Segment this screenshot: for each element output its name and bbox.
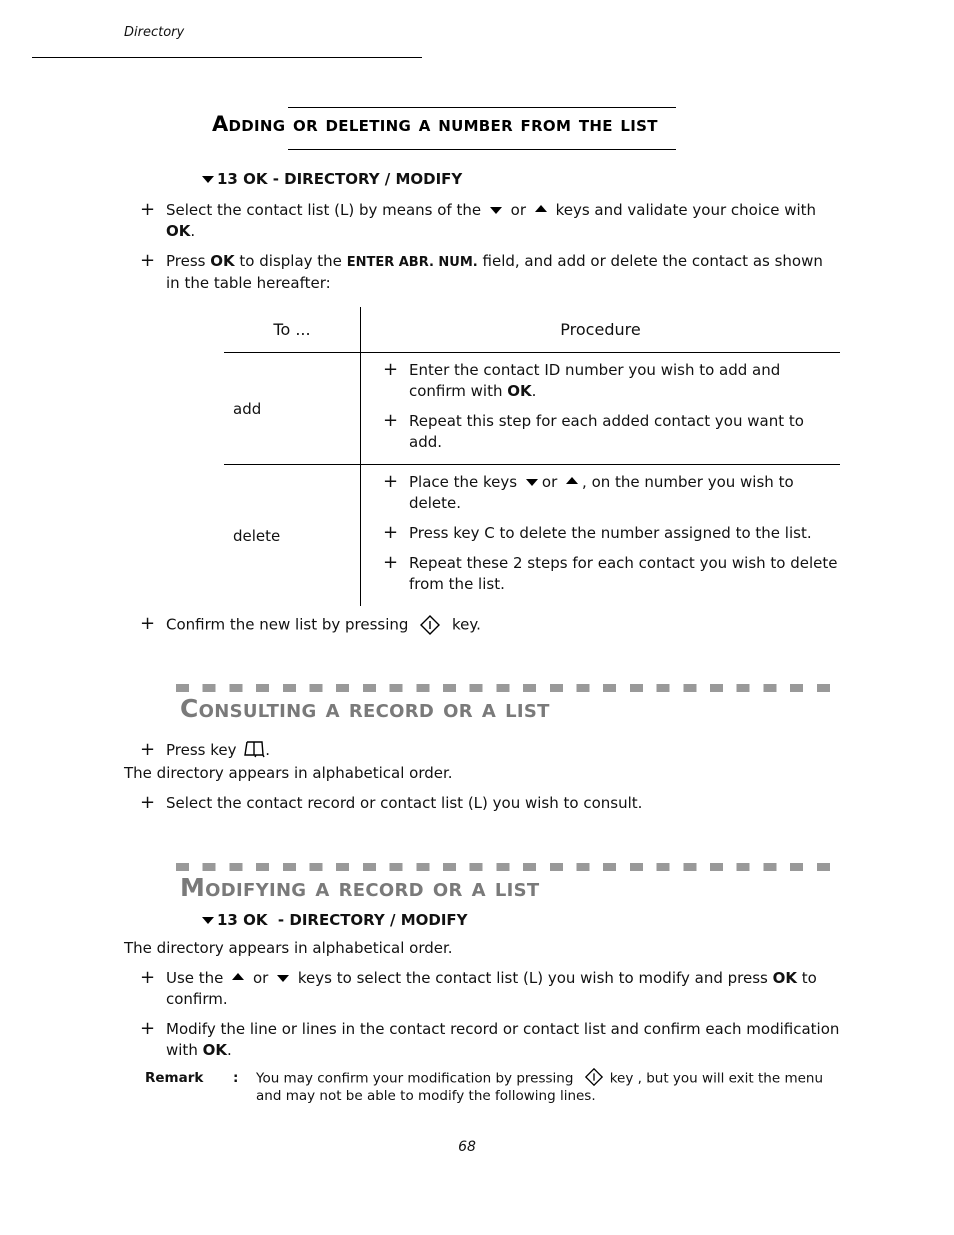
procedure-item: + Repeat these 2 steps for each contact … bbox=[383, 552, 838, 593]
procedure-table: To ... Procedure add + Enter the contact… bbox=[224, 307, 840, 606]
plus-bullet-icon: + bbox=[140, 792, 156, 813]
procedure-cell: + Place the keys or , on the number you … bbox=[361, 465, 841, 607]
section-title-adding-deleting: Adding or deleting a number from the lis… bbox=[212, 112, 658, 136]
section-divider bbox=[176, 863, 832, 871]
action-cell: add bbox=[224, 352, 361, 465]
plus-bullet-icon: + bbox=[140, 739, 156, 760]
procedure-item: + Place the keys or , on the number you … bbox=[383, 471, 794, 512]
plus-bullet-icon: + bbox=[383, 552, 399, 573]
up-arrow-key-icon bbox=[232, 973, 245, 980]
step-press-ok: + Press OK to display the ENTER ABR. NUM… bbox=[140, 250, 823, 292]
section-title-consulting: Consulting a record or a list bbox=[180, 694, 550, 723]
table-row-delete: delete + Place the keys or , on the numb… bbox=[224, 464, 841, 607]
up-arrow-key-icon bbox=[534, 205, 547, 212]
down-arrow-key-icon bbox=[277, 975, 290, 982]
menu-path-text: 13 OK - DIRECTORY / MODIFY bbox=[217, 911, 468, 929]
procedure-item: + Repeat this step for each added contac… bbox=[383, 410, 804, 451]
plus-bullet-icon: + bbox=[140, 199, 156, 220]
step-select-record: + Select the contact record or contact l… bbox=[140, 792, 643, 813]
triangle-down-icon bbox=[202, 917, 214, 924]
action-cell: delete bbox=[224, 464, 361, 606]
directory-order-note: The directory appears in alphabetical or… bbox=[124, 939, 453, 957]
down-arrow-key-icon bbox=[489, 207, 502, 214]
section-divider bbox=[176, 684, 832, 692]
down-arrow-key-icon bbox=[525, 479, 538, 486]
section-title-modifying: Modifying a record or a list bbox=[180, 873, 540, 902]
table-row-add: add + Enter the contact ID number you wi… bbox=[224, 352, 840, 465]
diamond-key-icon bbox=[584, 1067, 603, 1087]
plus-bullet-icon: + bbox=[140, 1018, 156, 1039]
remark-label: Remark bbox=[145, 1070, 204, 1086]
title-rule-bottom bbox=[288, 149, 676, 150]
step-select-list: + Select the contact list (L) by means o… bbox=[140, 199, 817, 240]
directory-book-icon bbox=[244, 741, 265, 758]
plus-bullet-icon: + bbox=[383, 471, 399, 492]
triangle-down-icon bbox=[202, 176, 214, 183]
header-rule bbox=[32, 57, 422, 58]
menu-path: 13 OK - DIRECTORY / MODIFY bbox=[202, 911, 468, 929]
procedure-item: + Press key C to delete the number assig… bbox=[383, 522, 812, 543]
step-modify-lines: + Modify the line or lines in the contac… bbox=[140, 1018, 840, 1059]
plus-bullet-icon: + bbox=[383, 522, 399, 543]
plus-bullet-icon: + bbox=[383, 359, 399, 380]
directory-order-note: The directory appears in alphabetical or… bbox=[124, 764, 453, 782]
column-header-procedure: Procedure bbox=[360, 307, 840, 353]
step-confirm-list: + Confirm the new list by pressing key. bbox=[140, 613, 481, 635]
plus-bullet-icon: + bbox=[383, 410, 399, 431]
plus-bullet-icon: + bbox=[140, 250, 156, 271]
procedure-item: + Enter the contact ID number you wish t… bbox=[383, 359, 781, 400]
remark-note: Remark : You may confirm your modificati… bbox=[145, 1067, 840, 1105]
diamond-key-icon bbox=[420, 615, 441, 635]
plus-bullet-icon: + bbox=[140, 967, 156, 988]
page-number: 68 bbox=[458, 1139, 476, 1155]
running-header: Directory bbox=[124, 25, 185, 40]
menu-path: 13 OK - DIRECTORY / MODIFY bbox=[202, 170, 462, 188]
step-press-directory-key: + Press key . bbox=[140, 739, 271, 760]
up-arrow-key-icon bbox=[566, 477, 579, 484]
column-header-to: To ... bbox=[224, 307, 361, 353]
menu-path-text: 13 OK - DIRECTORY / MODIFY bbox=[217, 170, 463, 188]
procedure-cell: + Enter the contact ID number you wish t… bbox=[360, 352, 840, 465]
plus-bullet-icon: + bbox=[140, 613, 156, 634]
table-header-row: To ... Procedure bbox=[224, 307, 840, 353]
title-rule-top bbox=[288, 107, 676, 108]
step-select-list-modify: + Use the or keys to select the contact … bbox=[140, 967, 817, 1008]
